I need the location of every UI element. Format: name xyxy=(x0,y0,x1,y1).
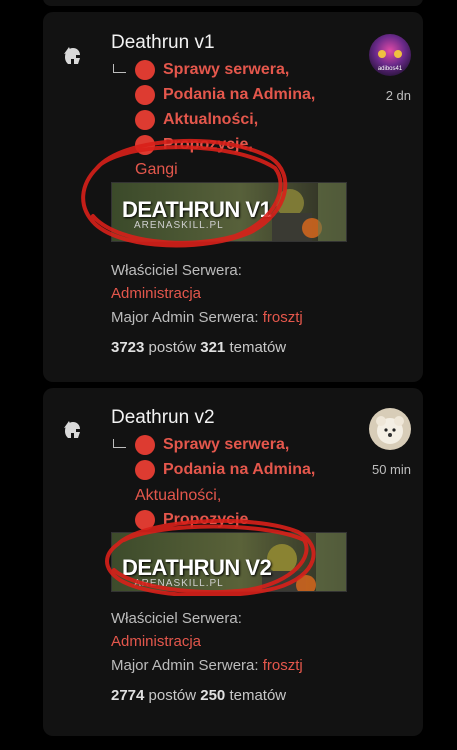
subforum-link-propozycje[interactable]: Propozycje, xyxy=(135,133,253,157)
forum-card-deathrun-v2[interactable]: Deathrun v2 Sprawy serwera, Podania na A… xyxy=(43,388,423,736)
forum-title[interactable]: Deathrun v2 xyxy=(111,407,215,429)
subforum-link-aktualnosci[interactable]: Aktualności, xyxy=(135,108,258,132)
subforum-link-propozycje[interactable]: Propozycje xyxy=(135,508,248,532)
last-poster-avatar[interactable]: adibos41 xyxy=(369,34,411,76)
spartan-helmet-icon xyxy=(64,421,80,438)
posts-word: postów xyxy=(148,339,197,356)
posts-count: 3723 xyxy=(111,339,145,356)
owner-label: Właściciel Serwera: xyxy=(111,610,242,627)
major-admin-row: Major Admin Serwera: frosztj xyxy=(111,309,303,326)
unread-dot-icon xyxy=(135,60,155,80)
forum-title[interactable]: Deathrun v1 xyxy=(111,32,215,54)
major-admin-row: Major Admin Serwera: frosztj xyxy=(111,657,303,674)
avatar-image xyxy=(369,408,411,450)
subforum-link-aktualnosci[interactable]: Aktualności, xyxy=(135,484,221,508)
forum-banner-image[interactable]: DEATHRUN V2 ARENASKILL.PL xyxy=(111,532,347,592)
previous-forum-card xyxy=(43,0,423,6)
owner-link[interactable]: Administracja xyxy=(111,285,201,302)
spartan-helmet-icon xyxy=(64,47,80,64)
owner-link[interactable]: Administracja xyxy=(111,633,201,650)
avatar-image: adibos41 xyxy=(369,34,411,76)
subforum-indent-arrow xyxy=(113,64,126,73)
forum-banner-image[interactable]: DEATHRUN V1 ARENASKILL.PL xyxy=(111,182,347,242)
major-admin-link[interactable]: frosztj xyxy=(263,657,303,674)
topics-word: tematów xyxy=(229,339,287,356)
unread-dot-icon xyxy=(135,135,155,155)
subforum-link-podania[interactable]: Podania na Admina, xyxy=(135,83,315,107)
topics-count: 321 xyxy=(200,339,226,356)
banner-subtitle: ARENASKILL.PL xyxy=(134,220,224,231)
subforum-link-sprawy-serwera[interactable]: Sprawy serwera, xyxy=(135,433,289,457)
banner-subtitle: ARENASKILL.PL xyxy=(134,578,224,589)
major-admin-label: Major Admin Serwera: xyxy=(111,309,259,326)
forum-stats: 3723 postów 321 tematów xyxy=(111,339,286,356)
unread-dot-icon xyxy=(135,85,155,105)
last-post-time[interactable]: 50 min xyxy=(351,462,411,477)
subforum-indent-arrow xyxy=(113,439,126,448)
major-admin-label: Major Admin Serwera: xyxy=(111,657,259,674)
unread-dot-icon xyxy=(135,460,155,480)
major-admin-link[interactable]: frosztj xyxy=(263,309,303,326)
last-poster-avatar[interactable] xyxy=(369,408,411,450)
last-post-time[interactable]: 2 dn xyxy=(351,88,411,103)
subforum-link-podania[interactable]: Podania na Admina, xyxy=(135,458,315,482)
subforum-link-sprawy-serwera[interactable]: Sprawy serwera, xyxy=(135,58,289,82)
unread-dot-icon xyxy=(135,510,155,530)
topics-count: 250 xyxy=(200,687,226,704)
owner-label: Właściciel Serwera: xyxy=(111,262,242,279)
forum-card-deathrun-v1[interactable]: Deathrun v1 Sprawy serwera, Podania na A… xyxy=(43,12,423,382)
posts-count: 2774 xyxy=(111,687,145,704)
unread-dot-icon xyxy=(135,435,155,455)
subforum-link-gangi[interactable]: Gangi xyxy=(135,158,178,182)
forum-stats: 2774 postów 250 tematów xyxy=(111,687,286,704)
topics-word: tematów xyxy=(229,687,287,704)
posts-word: postów xyxy=(148,687,197,704)
unread-dot-icon xyxy=(135,110,155,130)
avatar-caption: adibos41 xyxy=(378,66,403,72)
